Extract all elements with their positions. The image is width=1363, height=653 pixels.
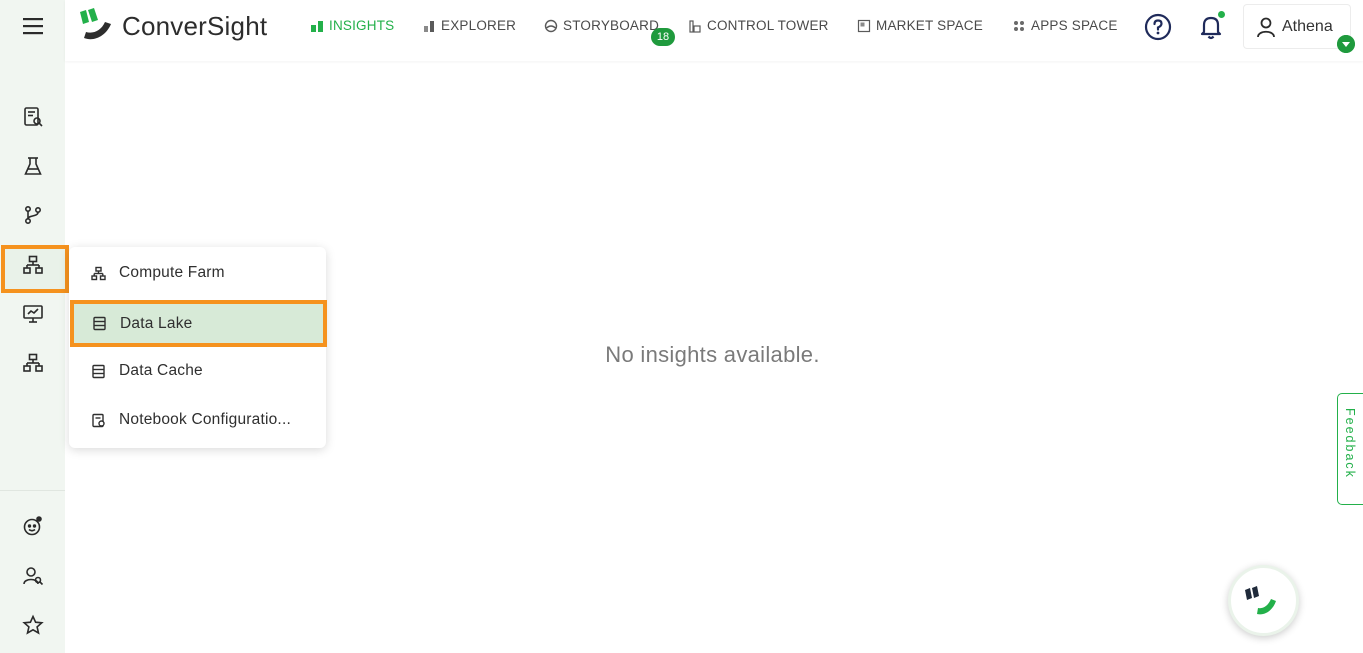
nav-storyboard[interactable]: STORYBOARD bbox=[544, 18, 659, 33]
menu-item-data-cache[interactable]: Data Cache bbox=[69, 348, 326, 394]
menu-item-data-lake[interactable]: Data Lake bbox=[70, 300, 327, 347]
sitemap-icon bbox=[91, 266, 106, 280]
menu-item-label: Compute Farm bbox=[119, 264, 225, 281]
logo-text: ConverSight bbox=[122, 10, 268, 41]
conversight-logo[interactable]: ConverSight bbox=[76, 8, 267, 44]
notebook-icon bbox=[92, 413, 105, 427]
bot-icon[interactable] bbox=[17, 510, 49, 542]
user-menu[interactable]: Athena bbox=[1243, 4, 1351, 49]
user-icon bbox=[1257, 17, 1275, 37]
menu-item-notebook-configuration[interactable]: Notebook Configuratio... bbox=[69, 397, 326, 443]
nav-explorer-label: EXPLORER bbox=[441, 18, 517, 33]
nav-insights[interactable]: INSIGHTS bbox=[310, 18, 394, 33]
chat-assistant-button[interactable] bbox=[1228, 565, 1299, 636]
nav-control-tower[interactable]: CONTROL TOWER bbox=[688, 18, 829, 33]
compute-submenu: Compute Farm Data Lake Data Cache Notebo… bbox=[69, 247, 327, 448]
storyboard-count-badge: 18 bbox=[651, 28, 675, 46]
storyboard-icon bbox=[544, 19, 558, 32]
bar-chart-icon bbox=[424, 20, 434, 32]
feedback-label: Feedback bbox=[1343, 408, 1357, 479]
tower-icon bbox=[689, 19, 701, 33]
market-icon bbox=[857, 19, 871, 32]
nav-control-tower-label: CONTROL TOWER bbox=[707, 18, 829, 33]
nav-apps-space[interactable]: APPS SPACE bbox=[1012, 18, 1118, 33]
sidebar bbox=[0, 0, 69, 653]
bar-chart-icon bbox=[311, 20, 323, 32]
sitemap-icon[interactable] bbox=[17, 347, 49, 379]
sidebar-divider bbox=[0, 490, 65, 491]
nav-market-space-label: MARKET SPACE bbox=[876, 18, 983, 33]
table-icon bbox=[93, 316, 106, 331]
menu-item-label: Data Lake bbox=[120, 314, 193, 332]
menu-item-compute-farm[interactable]: Compute Farm bbox=[69, 250, 326, 296]
empty-state-message: No insights available. bbox=[605, 342, 820, 367]
nav-apps-space-label: APPS SPACE bbox=[1031, 18, 1118, 33]
presentation-icon[interactable] bbox=[17, 298, 49, 330]
flask-icon[interactable] bbox=[17, 150, 49, 182]
menu-item-label: Data Cache bbox=[119, 362, 203, 379]
apps-grid-icon bbox=[1014, 20, 1024, 31]
notification-dot bbox=[1218, 11, 1225, 18]
user-name: Athena bbox=[1282, 17, 1333, 35]
sitemap-icon[interactable] bbox=[17, 249, 49, 281]
nav-storyboard-label: STORYBOARD bbox=[563, 18, 660, 33]
conversight-chat-icon bbox=[1245, 586, 1276, 615]
branch-icon[interactable] bbox=[17, 199, 49, 231]
help-icon[interactable] bbox=[1144, 13, 1172, 41]
chevron-down-icon[interactable] bbox=[1337, 35, 1355, 53]
menu-icon[interactable] bbox=[22, 15, 44, 37]
star-icon[interactable] bbox=[17, 609, 49, 641]
nav-explorer[interactable]: EXPLORER bbox=[422, 18, 516, 33]
table-icon bbox=[92, 364, 105, 378]
conversight-logo-icon bbox=[80, 8, 111, 40]
report-search-icon[interactable] bbox=[17, 101, 49, 133]
nav-insights-label: INSIGHTS bbox=[329, 18, 395, 33]
user-search-icon[interactable] bbox=[17, 560, 49, 592]
menu-item-label: Notebook Configuratio... bbox=[119, 411, 291, 428]
feedback-tab[interactable]: Feedback bbox=[1337, 393, 1363, 505]
nav-market-space[interactable]: MARKET SPACE bbox=[857, 18, 983, 33]
